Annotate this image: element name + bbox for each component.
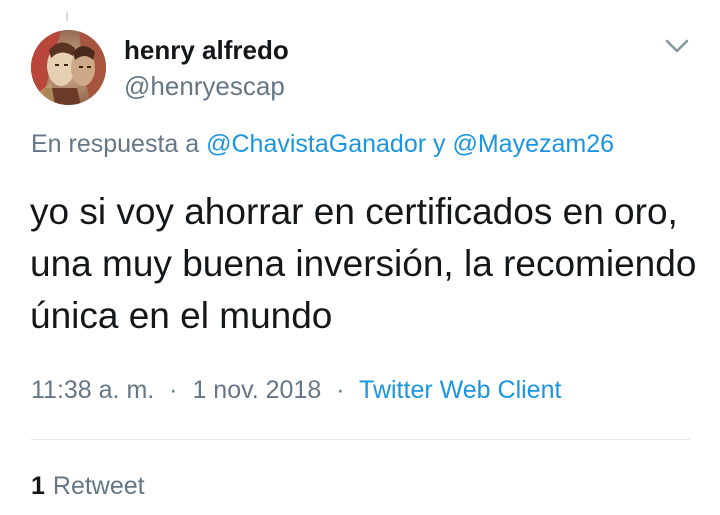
divider: [31, 439, 690, 440]
tweet-date[interactable]: 1 nov. 2018: [192, 376, 321, 404]
reply-prefix: En respuesta a: [31, 130, 200, 158]
thread-connector-line: [66, 12, 68, 21]
tweet-text: yo si voy ahorrar en certificados en oro…: [30, 191, 697, 336]
retweet-count: 1: [31, 472, 45, 500]
avatar-image: [31, 30, 106, 105]
chevron-down-icon[interactable]: [664, 36, 690, 56]
meta-separator: ·: [169, 376, 178, 404]
tweet-meta: 11:38 a. m. · 1 nov. 2018 · Twitter Web …: [31, 376, 561, 405]
author-display-name[interactable]: henry alfredo: [124, 35, 289, 66]
mention-link-mayezam26[interactable]: @Mayezam26: [452, 130, 614, 158]
source-client-link[interactable]: Twitter Web Client: [359, 376, 561, 404]
author-handle[interactable]: @henryescap: [124, 71, 285, 102]
mention-link-chavistaganador[interactable]: @ChavistaGanador: [206, 130, 426, 158]
avatar[interactable]: [31, 30, 106, 105]
reply-conjunction: y: [433, 130, 446, 158]
meta-separator: ·: [336, 376, 345, 404]
retweet-label: Retweet: [52, 472, 145, 500]
reply-context: En respuesta a @ChavistaGanador y @Mayez…: [31, 130, 614, 159]
tweet-time[interactable]: 11:38 a. m.: [31, 376, 154, 404]
retweet-stats[interactable]: 1 Retweet: [31, 472, 145, 501]
